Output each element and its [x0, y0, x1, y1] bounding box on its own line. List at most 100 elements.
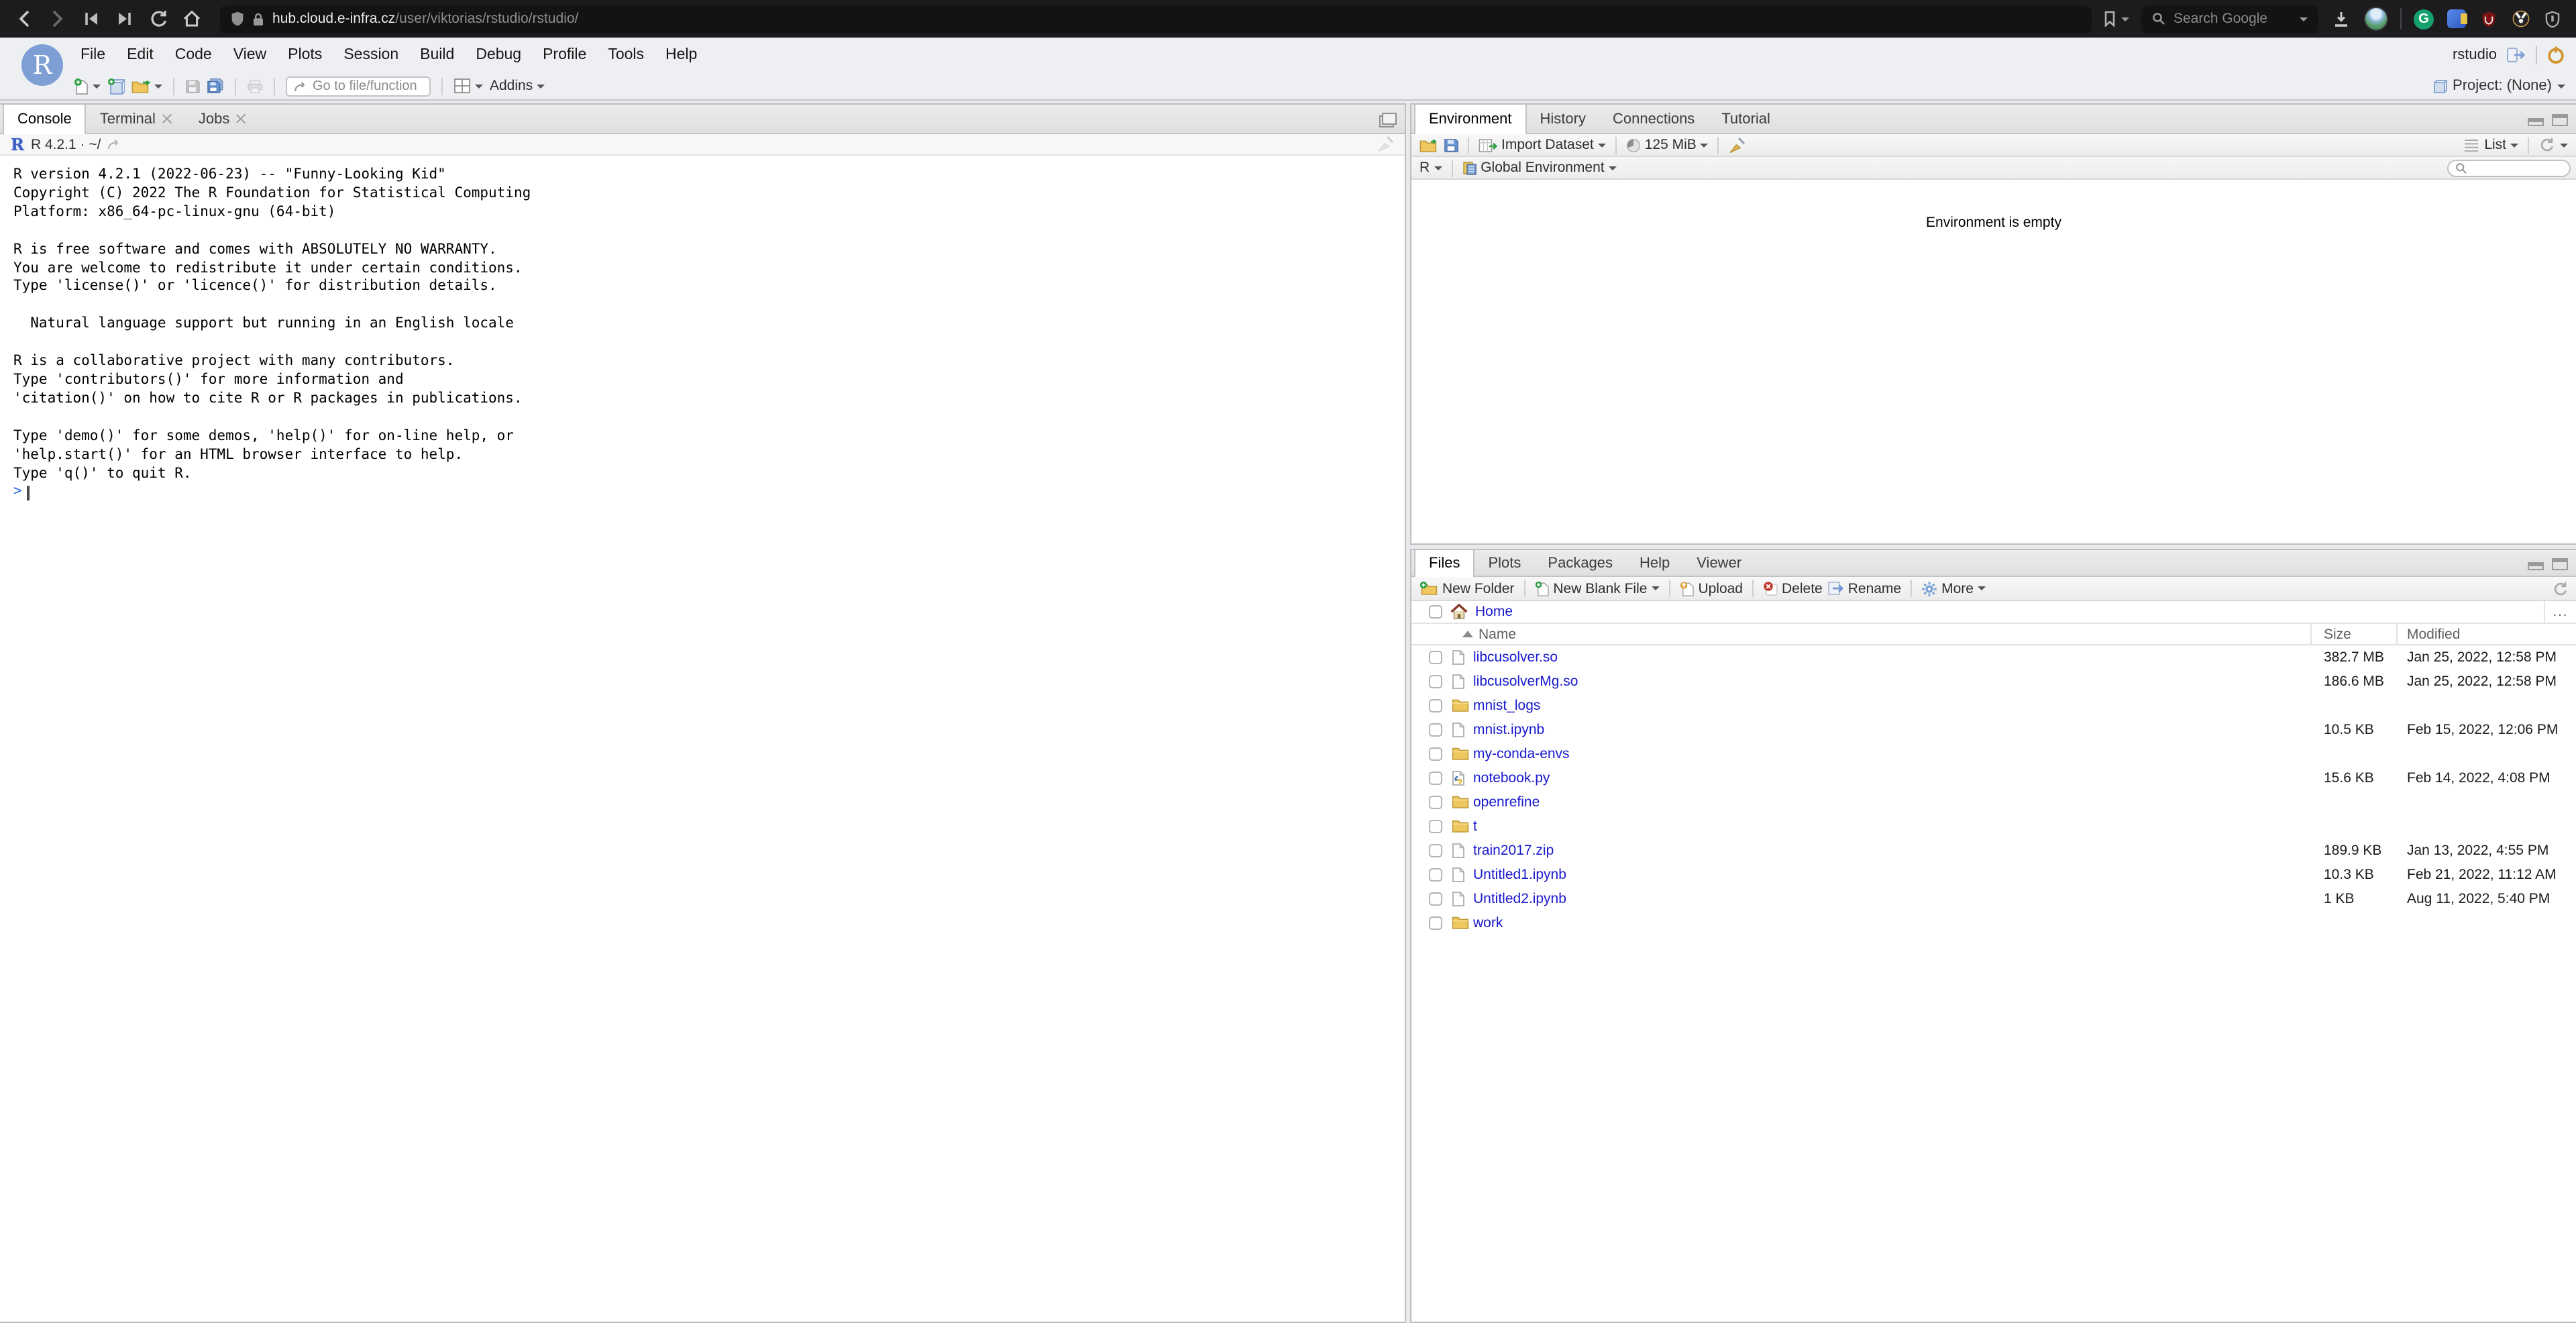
- file-row-t[interactable]: t: [1411, 814, 2576, 839]
- list-view-button[interactable]: List: [2484, 137, 2518, 153]
- save-all-button[interactable]: [207, 78, 224, 94]
- breadcrumb-more-button[interactable]: ...: [2544, 601, 2576, 623]
- file-row-mnist-logs[interactable]: mnist_logs: [1411, 694, 2576, 718]
- minimize-pane-icon[interactable]: [2528, 562, 2544, 570]
- menu-item-code[interactable]: Code: [164, 47, 223, 63]
- menu-item-file[interactable]: File: [70, 47, 116, 63]
- menu-item-session[interactable]: Session: [333, 47, 409, 63]
- row-checkbox[interactable]: [1429, 820, 1442, 833]
- row-checkbox[interactable]: [1429, 868, 1442, 881]
- tab-jobs[interactable]: Jobs: [185, 105, 260, 133]
- print-button[interactable]: [247, 78, 263, 93]
- file-row-untitled2-ipynb[interactable]: Untitled2.ipynb 1 KB Aug 11, 2022, 5:40 …: [1411, 887, 2576, 911]
- memory-usage-button[interactable]: 125 MiB: [1626, 137, 1709, 153]
- column-header-name[interactable]: Name: [1462, 627, 1516, 643]
- file-row-openrefine[interactable]: openrefine: [1411, 790, 2576, 814]
- menu-item-tools[interactable]: Tools: [597, 47, 655, 63]
- restore-panes-icon[interactable]: [1379, 112, 1397, 127]
- tab-plots[interactable]: Plots: [1474, 550, 1534, 576]
- bookmarks-menu-button[interactable]: [2104, 11, 2129, 27]
- skip-forward-icon[interactable]: [114, 8, 136, 30]
- row-checkbox[interactable]: [1429, 796, 1442, 808]
- language-selector[interactable]: R: [1419, 160, 1442, 176]
- file-row-my-conda-envs[interactable]: my-conda-envs: [1411, 742, 2576, 766]
- clear-console-broom-icon[interactable]: [1377, 136, 1394, 153]
- lock-icon[interactable]: [252, 11, 264, 26]
- account-avatar[interactable]: [2364, 7, 2388, 31]
- home-folder-icon[interactable]: [1450, 604, 1467, 620]
- menu-item-build[interactable]: Build: [409, 47, 465, 63]
- open-file-button[interactable]: [131, 78, 162, 93]
- save-workspace-icon[interactable]: [1444, 138, 1458, 152]
- browser-search-bar[interactable]: Search Google: [2141, 5, 2318, 33]
- menu-item-debug[interactable]: Debug: [465, 47, 532, 63]
- environment-scope-selector[interactable]: Global Environment: [1462, 160, 1617, 176]
- row-checkbox[interactable]: [1429, 723, 1442, 736]
- file-row-notebook-py[interactable]: notebook.py 15.6 KB Feb 14, 2022, 4:08 P…: [1411, 766, 2576, 790]
- privacy-badger-extension-icon[interactable]: [2510, 9, 2530, 29]
- row-checkbox[interactable]: [1429, 892, 1442, 905]
- project-selector[interactable]: Project: (None): [2432, 78, 2565, 94]
- refresh-icon[interactable]: [2538, 137, 2555, 153]
- clear-workspace-broom-icon[interactable]: [1729, 136, 1746, 154]
- tab-history[interactable]: History: [1527, 105, 1599, 133]
- file-row-libcusolvermg-so[interactable]: libcusolverMg.so 186.6 MB Jan 25, 2022, …: [1411, 670, 2576, 694]
- more-button[interactable]: More: [1921, 580, 1986, 596]
- save-button[interactable]: [185, 78, 200, 93]
- sign-out-icon[interactable]: [2506, 47, 2526, 63]
- row-checkbox[interactable]: [1429, 772, 1442, 784]
- menu-item-help[interactable]: Help: [655, 47, 708, 63]
- new-file-button[interactable]: [74, 77, 101, 95]
- upload-button[interactable]: Upload: [1679, 580, 1743, 596]
- tab-packages[interactable]: Packages: [1534, 550, 1626, 576]
- delete-button[interactable]: Delete: [1763, 580, 1823, 596]
- tab-files[interactable]: Files: [1414, 550, 1475, 577]
- open-directory-icon[interactable]: [107, 138, 121, 150]
- downloads-icon[interactable]: [2330, 8, 2352, 30]
- menu-item-edit[interactable]: Edit: [116, 47, 164, 63]
- menu-item-plots[interactable]: Plots: [277, 47, 333, 63]
- maximize-pane-icon[interactable]: [2552, 558, 2568, 570]
- load-workspace-icon[interactable]: [1419, 138, 1438, 152]
- skip-back-icon[interactable]: [80, 8, 102, 30]
- pane-layout-button[interactable]: [453, 78, 483, 94]
- tracking-shield-icon[interactable]: [231, 11, 244, 27]
- row-checkbox[interactable]: [1429, 675, 1442, 688]
- quit-session-icon[interactable]: [2546, 46, 2565, 64]
- forward-icon[interactable]: [47, 8, 68, 30]
- tab-viewer[interactable]: Viewer: [1683, 550, 1755, 576]
- address-bar[interactable]: hub.cloud.e-infra.cz/user/viktorias/rstu…: [220, 5, 2092, 33]
- tab-console[interactable]: Console: [3, 105, 87, 134]
- ublock-extension-icon[interactable]: [2478, 9, 2498, 29]
- file-row-train2017-zip[interactable]: train2017.zip 189.9 KB Jan 13, 2022, 4:5…: [1411, 839, 2576, 863]
- file-row-libcusolver-so[interactable]: libcusolver.so 382.7 MB Jan 25, 2022, 12…: [1411, 645, 2576, 670]
- tab-environment[interactable]: Environment: [1414, 105, 1527, 134]
- home-icon[interactable]: [181, 8, 203, 30]
- row-checkbox[interactable]: [1429, 916, 1442, 929]
- tab-help[interactable]: Help: [1626, 550, 1683, 576]
- minimize-pane-icon[interactable]: [2528, 118, 2544, 126]
- close-icon[interactable]: [162, 114, 172, 123]
- column-header-modified[interactable]: Modified: [2407, 627, 2460, 643]
- new-project-button[interactable]: [107, 77, 125, 95]
- file-row-work[interactable]: work: [1411, 911, 2576, 935]
- addins-button[interactable]: Addins: [490, 78, 545, 94]
- row-checkbox[interactable]: [1429, 651, 1442, 664]
- import-dataset-button[interactable]: Import Dataset: [1479, 137, 1606, 153]
- grammarly-extension-icon[interactable]: G: [2414, 9, 2434, 29]
- tab-connections[interactable]: Connections: [1599, 105, 1708, 133]
- back-icon[interactable]: [13, 8, 35, 30]
- close-icon[interactable]: [236, 114, 246, 123]
- file-row-mnist-ipynb[interactable]: mnist.ipynb 10.5 KB Feb 15, 2022, 12:06 …: [1411, 718, 2576, 742]
- menu-item-profile[interactable]: Profile: [532, 47, 597, 63]
- row-checkbox[interactable]: [1429, 844, 1442, 857]
- breadcrumb-home-link[interactable]: Home: [1475, 604, 1513, 620]
- goto-file-input[interactable]: Go to file/function: [286, 76, 431, 96]
- tab-tutorial[interactable]: Tutorial: [1708, 105, 1784, 133]
- reload-icon[interactable]: [148, 8, 169, 30]
- new-folder-button[interactable]: New Folder: [1419, 580, 1514, 596]
- tab-terminal[interactable]: Terminal: [87, 105, 185, 133]
- file-row-untitled1-ipynb[interactable]: Untitled1.ipynb 10.3 KB Feb 21, 2022, 11…: [1411, 863, 2576, 887]
- maximize-pane-icon[interactable]: [2552, 113, 2568, 125]
- blue-extension-icon[interactable]: [2446, 9, 2467, 29]
